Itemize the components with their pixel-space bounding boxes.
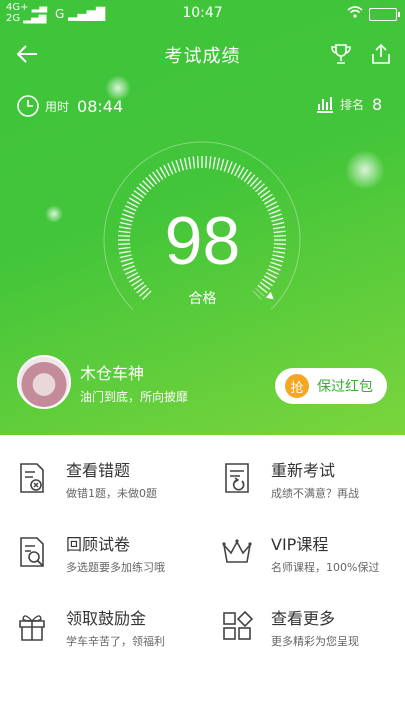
menu-subtitle: 名师课程，100%保过 xyxy=(271,561,380,574)
gauge-tick xyxy=(220,158,225,171)
menu-title: 查看更多 xyxy=(271,609,336,628)
gauge-tick xyxy=(208,156,212,169)
menu-subtitle: 学车辛苦了，领福利 xyxy=(66,635,165,648)
menu-subtitle: 多选题要多加练习哦 xyxy=(66,561,165,574)
crown-icon xyxy=(222,539,252,563)
gauge-tick xyxy=(216,157,221,170)
clock-icon xyxy=(17,95,39,117)
gauge-tick xyxy=(167,162,174,175)
gauge-tick xyxy=(183,157,188,170)
nav-bar: 考试成绩 xyxy=(0,36,405,72)
gauge-tick xyxy=(196,156,199,169)
share-button[interactable] xyxy=(366,39,396,69)
retake-exam-icon xyxy=(225,463,249,493)
gauge-tick xyxy=(205,156,208,169)
decor-bubble xyxy=(345,150,385,190)
bar-chart-icon xyxy=(317,97,333,113)
menu-title: VIP课程 xyxy=(271,535,329,554)
menu-item-retake-exam[interactable]: 重新考试 成绩不满意？再战 xyxy=(205,443,405,513)
menu-subtitle: 做错1题，未做0题 xyxy=(66,487,157,500)
gauge-tick xyxy=(179,158,184,171)
grid-more-icon xyxy=(223,610,254,640)
gauge-tick xyxy=(192,156,196,169)
time-used-value: 08:44 xyxy=(77,96,124,116)
gauge-tick xyxy=(227,161,233,174)
menu-item-reward[interactable]: 领取鼓励金 学车辛苦了，领福利 xyxy=(0,591,200,661)
menu-item-review-paper[interactable]: 回顾试卷 多选题要多加练习哦 xyxy=(0,517,200,587)
menu-title: 重新考试 xyxy=(271,461,336,480)
battery-icon xyxy=(369,7,400,21)
trophy-button[interactable] xyxy=(326,39,356,69)
wrong-questions-icon xyxy=(20,463,44,493)
gift-icon xyxy=(19,615,45,641)
menu-subtitle: 更多精彩为您呈现 xyxy=(271,635,359,648)
red-packet-button[interactable]: 抢 保过红包 xyxy=(275,368,387,404)
menu-title: 查看错题 xyxy=(66,461,131,480)
red-packet-label: 保过红包 xyxy=(317,379,373,395)
share-icon xyxy=(372,43,390,64)
user-name: 木仓车神 xyxy=(80,364,145,383)
status-bar: 4G+ ▂▄ 2G ▂▄▆ G ▂▄▆█ 10:47 xyxy=(0,0,405,28)
time-used: 用时 08:44 xyxy=(16,94,123,118)
pass-status: 合格 xyxy=(188,291,217,307)
menu-title: 回顾试卷 xyxy=(66,535,131,554)
user-motto: 油门到底，所向披靡 xyxy=(80,390,189,404)
menu-item-more[interactable]: 查看更多 更多精彩为您呈现 xyxy=(205,591,405,661)
grab-badge-icon: 抢 xyxy=(285,374,309,398)
gauge-tick xyxy=(223,159,229,172)
review-paper-icon xyxy=(20,537,44,567)
gauge-tick xyxy=(171,161,177,174)
menu-item-vip-course[interactable]: VIP课程 名师课程，100%保过 xyxy=(205,517,405,587)
gauge-tick xyxy=(212,156,216,169)
gauge-tick xyxy=(230,162,237,175)
menu-subtitle: 成绩不满意？再战 xyxy=(271,487,359,500)
result-hero: 4G+ ▂▄ 2G ▂▄▆ G ▂▄▆█ 10:47 考试成绩 用时 08:44 … xyxy=(0,0,405,435)
wifi-icon xyxy=(347,6,363,22)
score-value: 98 xyxy=(164,203,241,279)
gauge-tick xyxy=(175,159,181,172)
avatar[interactable] xyxy=(17,355,71,409)
rank-label: 排名 xyxy=(340,97,365,112)
gauge-tick xyxy=(188,156,192,169)
menu-title: 领取鼓励金 xyxy=(66,609,147,628)
rank: 排名 8 xyxy=(315,94,382,114)
trophy-icon xyxy=(331,44,351,64)
rank-value: 8 xyxy=(372,94,383,114)
menu-item-wrong-questions[interactable]: 查看错题 做错1题，未做0题 xyxy=(0,443,200,513)
status-time: 10:47 xyxy=(182,5,223,21)
time-used-label: 用时 xyxy=(45,99,70,114)
